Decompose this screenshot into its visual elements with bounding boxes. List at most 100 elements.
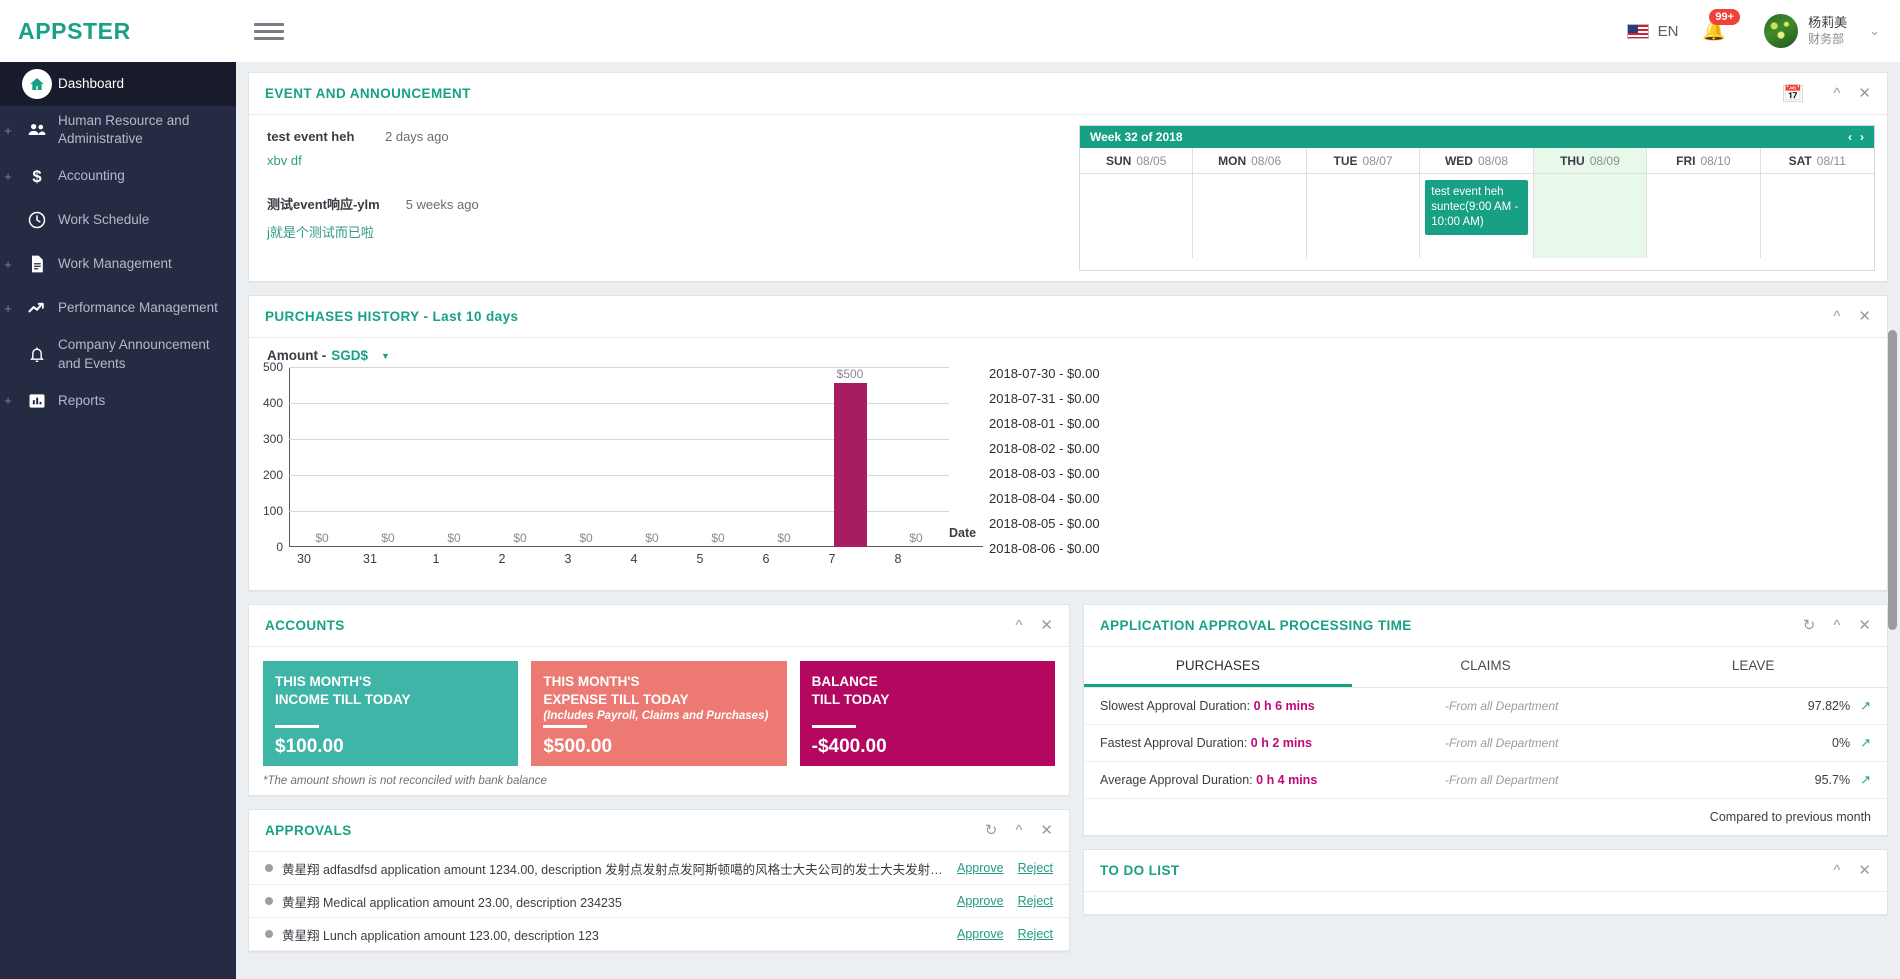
calendar-cell[interactable] bbox=[1080, 174, 1194, 258]
account-card-balance: BALANCE TILL TODAY -$400.00 bbox=[799, 661, 1055, 766]
sidebar-item-performance-management[interactable]: + Performance Management bbox=[0, 286, 236, 330]
chevron-down-icon[interactable]: ▼ bbox=[381, 351, 390, 361]
sidebar-item-reports[interactable]: + Reports bbox=[0, 379, 236, 423]
reject-button[interactable]: Reject bbox=[1018, 894, 1053, 908]
status-dot-icon bbox=[265, 930, 273, 938]
bars: $0 $0 $0 $0 $0 $0 $0 $0 $500 $0 bbox=[289, 367, 949, 547]
calendar-cell[interactable] bbox=[1307, 174, 1421, 258]
calendar-event[interactable]: test event heh suntec(9:00 AM - 10:00 AM… bbox=[1425, 180, 1528, 235]
collapse-icon[interactable]: ^ bbox=[1833, 309, 1840, 324]
refresh-icon[interactable]: ↻ bbox=[985, 823, 998, 838]
approve-button[interactable]: Approve bbox=[957, 927, 1004, 941]
approvals-list: 黄星翔 adfasdfsd application amount 1234.00… bbox=[249, 852, 1069, 951]
sidebar-item-work-schedule[interactable]: Work Schedule bbox=[0, 198, 236, 242]
trend-up-icon: ↗ bbox=[1860, 772, 1871, 787]
event-item[interactable]: 测试event响应-ylm 5 weeks ago bbox=[267, 194, 1061, 213]
bar[interactable] bbox=[833, 383, 867, 547]
prev-week-icon[interactable]: ‹ bbox=[1848, 130, 1852, 144]
app-logo[interactable]: APPSTER bbox=[0, 0, 236, 62]
approve-button[interactable]: Approve bbox=[957, 894, 1004, 908]
sidebar-item-label: Company Announcement and Events bbox=[58, 337, 210, 371]
purchases-history-panel: PURCHASES HISTORY - Last 10 days ^ ✕ Amo… bbox=[248, 295, 1888, 591]
calendar-week-label: Week 32 of 2018 bbox=[1090, 130, 1183, 144]
calendar-cell[interactable] bbox=[1193, 174, 1307, 258]
collapse-icon[interactable]: ^ bbox=[1833, 863, 1840, 878]
expand-icon[interactable]: + bbox=[0, 394, 16, 407]
sidebar-item-company-announcement-and-events[interactable]: Company Announcement and Events bbox=[0, 330, 236, 378]
refresh-icon[interactable]: ↻ bbox=[1803, 618, 1816, 633]
card-divider bbox=[275, 725, 319, 728]
x-tick-label: 7 bbox=[828, 552, 836, 566]
calendar-icon[interactable]: 📅 bbox=[1782, 85, 1804, 102]
card-title: THIS MONTH'S EXPENSE TILL TODAY bbox=[543, 674, 689, 707]
close-icon[interactable]: ✕ bbox=[1858, 86, 1871, 101]
next-week-icon[interactable]: › bbox=[1860, 130, 1864, 144]
collapse-icon[interactable]: ^ bbox=[1015, 618, 1022, 633]
event-item[interactable]: test event heh 2 days ago bbox=[267, 129, 1061, 144]
calendar-day-header-today: THU 08/09 bbox=[1533, 148, 1648, 174]
page-scrollbar[interactable] bbox=[1888, 330, 1897, 630]
tab-claims[interactable]: CLAIMS bbox=[1352, 647, 1620, 687]
calendar-day-header: TUE 08/07 bbox=[1306, 148, 1421, 174]
sidebar-item-dashboard[interactable]: Dashboard bbox=[0, 62, 236, 106]
sidebar-item-human-resource-and-administrative[interactable]: + Human Resource and Administrative bbox=[0, 106, 236, 154]
calendar-cell[interactable] bbox=[1647, 174, 1761, 258]
tab-purchases[interactable]: PURCHASES bbox=[1084, 647, 1352, 687]
bar-value-label: $0 bbox=[579, 531, 593, 545]
list-item: 2018-08-04 - $0.00 bbox=[989, 491, 1100, 506]
card-title: THIS MONTH'S INCOME TILL TODAY bbox=[275, 674, 411, 707]
expand-icon[interactable]: + bbox=[0, 170, 16, 183]
collapse-icon[interactable]: ^ bbox=[1833, 86, 1840, 101]
expand-icon[interactable]: + bbox=[0, 258, 16, 271]
metric-label: Slowest Approval Duration: 0 h 6 mins bbox=[1100, 699, 1315, 713]
reject-button[interactable]: Reject bbox=[1018, 861, 1053, 875]
us-flag-icon[interactable] bbox=[1626, 23, 1649, 39]
collapse-icon[interactable]: ^ bbox=[1833, 618, 1840, 633]
close-icon[interactable]: ✕ bbox=[1040, 823, 1053, 838]
approval-text: 黄星翔 Medical application amount 23.00, de… bbox=[282, 895, 622, 910]
close-icon[interactable]: ✕ bbox=[1858, 618, 1871, 633]
close-icon[interactable]: ✕ bbox=[1858, 309, 1871, 324]
expand-icon[interactable]: + bbox=[0, 124, 16, 137]
tab-leave[interactable]: LEAVE bbox=[1619, 647, 1887, 687]
calendar-cell-today[interactable] bbox=[1533, 174, 1648, 258]
event-title: test event heh bbox=[267, 129, 355, 144]
sidebar-item-work-management[interactable]: + Work Management bbox=[0, 242, 236, 286]
bell-icon bbox=[16, 345, 58, 365]
panel-title: ACCOUNTS bbox=[265, 618, 345, 633]
approvals-panel: APPROVALS ↻ ^ ✕ 黄星翔 adfasdfsd applicatio… bbox=[248, 809, 1070, 952]
notifications-button[interactable]: 🔔 99+ bbox=[1702, 8, 1741, 41]
amount-selector[interactable]: Amount - SGD$ ▼ bbox=[267, 348, 949, 363]
calendar-day-header: FRI 08/10 bbox=[1647, 148, 1761, 174]
close-icon[interactable]: ✕ bbox=[1858, 863, 1871, 878]
calendar-cell[interactable]: test event heh suntec(9:00 AM - 10:00 AM… bbox=[1420, 174, 1534, 258]
x-tick-label: 3 bbox=[564, 552, 572, 566]
metric-percent: 95.7% bbox=[1814, 773, 1851, 787]
sidebar-item-label: Accounting bbox=[58, 168, 125, 184]
collapse-icon[interactable]: ^ bbox=[1015, 823, 1022, 838]
list-item: 2018-08-01 - $0.00 bbox=[989, 416, 1100, 431]
metric-scope: -From all Department bbox=[1445, 773, 1559, 787]
card-value: $100.00 bbox=[275, 736, 344, 757]
language-label[interactable]: EN bbox=[1658, 23, 1679, 40]
close-icon[interactable]: ✕ bbox=[1040, 618, 1053, 633]
left-column: ACCOUNTS ^ ✕ THIS MONTH'S INCOME TILL TO… bbox=[248, 604, 1070, 965]
hamburger-icon[interactable] bbox=[254, 19, 284, 44]
y-tick-label: 200 bbox=[262, 468, 283, 482]
metric-value: 0 h 2 mins bbox=[1250, 736, 1312, 750]
todo-body bbox=[1084, 892, 1887, 914]
event-body: test event heh 2 days ago xbv df 测试event… bbox=[249, 115, 1887, 281]
chevron-down-icon[interactable]: ⌄ bbox=[1869, 23, 1880, 39]
reject-button[interactable]: Reject bbox=[1018, 927, 1053, 941]
user-menu[interactable]: 杨莉美 财务部 bbox=[1808, 15, 1847, 46]
account-card-income: THIS MONTH'S INCOME TILL TODAY $100.00 bbox=[263, 661, 519, 766]
panel-header: APPROVALS ↻ ^ ✕ bbox=[249, 810, 1069, 852]
approve-button[interactable]: Approve bbox=[957, 861, 1004, 875]
avatar[interactable] bbox=[1764, 14, 1799, 48]
calendar-cell[interactable] bbox=[1761, 174, 1874, 258]
event-time: 2 days ago bbox=[385, 129, 449, 144]
sidebar-item-accounting[interactable]: + $ Accounting bbox=[0, 154, 236, 198]
expand-icon[interactable]: + bbox=[0, 302, 16, 315]
sidebar-item-label: Reports bbox=[58, 392, 106, 408]
x-tick-label: 4 bbox=[630, 552, 638, 566]
